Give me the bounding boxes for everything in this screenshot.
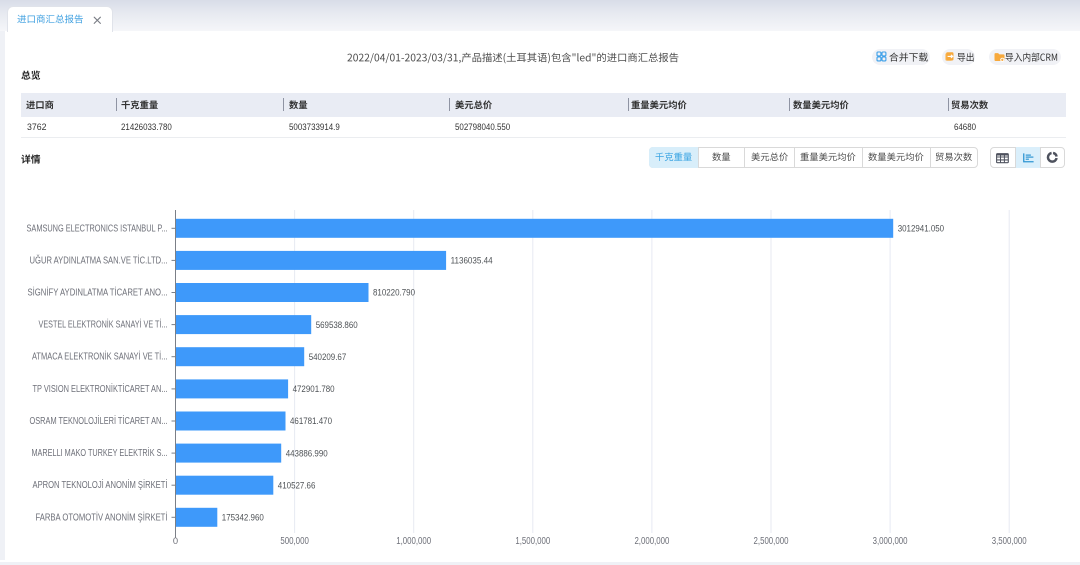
svg-text:810220.790: 810220.790	[373, 287, 415, 298]
svg-text:SİGNİFY AYDINLATMA TİCARET ANO: SİGNİFY AYDINLATMA TİCARET ANO...	[28, 288, 168, 299]
svg-text:1136035.44: 1136035.44	[451, 255, 493, 266]
svg-text:410527.66: 410527.66	[278, 479, 316, 490]
svg-text:VESTEL ELEKTRONİK SANAYİ VE Tİ: VESTEL ELEKTRONİK SANAYİ VE Tİ...	[39, 320, 168, 331]
svg-text:FARBA OTOMOTİV ANONİM ŞİRKETİ: FARBA OTOMOTİV ANONİM ŞİRKETİ	[36, 512, 168, 523]
svg-text:3762: 3762	[27, 122, 47, 133]
svg-text:5003733914.9: 5003733914.9	[289, 122, 340, 133]
svg-text:UĞUR AYDINLATMA SAN.VE TİC.LTD: UĞUR AYDINLATMA SAN.VE TİC.LTD...	[30, 255, 168, 266]
svg-text:540209.67: 540209.67	[309, 351, 347, 362]
svg-text:175342.960: 175342.960	[222, 512, 264, 523]
svg-text:TP VISION ELEKTRONİKTİCARET AN: TP VISION ELEKTRONİKTİCARET AN...	[33, 384, 168, 395]
svg-text:ATMACA ELEKTRONİK SANAYİ VE Tİ: ATMACA ELEKTRONİK SANAYİ VE Tİ...	[32, 352, 168, 363]
svg-text:1,500,000: 1,500,000	[515, 536, 550, 547]
svg-text:2,500,000: 2,500,000	[754, 536, 789, 547]
svg-text:500,000: 500,000	[280, 536, 309, 547]
svg-text:443886.990: 443886.990	[286, 447, 328, 458]
svg-text:64680: 64680	[954, 122, 976, 133]
svg-text:569538.860: 569538.860	[316, 319, 358, 330]
svg-text:472901.780: 472901.780	[293, 383, 335, 394]
svg-text:3012941.050: 3012941.050	[898, 223, 944, 234]
svg-text:OSRAM TEKNOLOJİLERİ TİCARET AN: OSRAM TEKNOLOJİLERİ TİCARET AN...	[30, 416, 168, 427]
svg-text:461781.470: 461781.470	[290, 415, 332, 426]
svg-text:1,000,000: 1,000,000	[396, 536, 431, 547]
svg-text:0: 0	[173, 535, 178, 546]
svg-text:2,000,000: 2,000,000	[634, 536, 669, 547]
svg-text:502798040.550: 502798040.550	[455, 122, 510, 133]
svg-text:SAMSUNG ELECTRONICS ISTANBUL P: SAMSUNG ELECTRONICS ISTANBUL P...	[27, 223, 168, 234]
svg-text:MARELLI MAKO TURKEY ELEKTRİK S: MARELLI MAKO TURKEY ELEKTRİK S...	[32, 448, 168, 459]
svg-text:3,500,000: 3,500,000	[992, 536, 1027, 547]
svg-text:APRON TEKNOLOJİ ANONİM ŞİRKETİ: APRON TEKNOLOJİ ANONİM ŞİRKETİ	[33, 480, 168, 491]
svg-text:3,000,000: 3,000,000	[873, 536, 908, 547]
svg-text:21426033.780: 21426033.780	[121, 122, 172, 133]
